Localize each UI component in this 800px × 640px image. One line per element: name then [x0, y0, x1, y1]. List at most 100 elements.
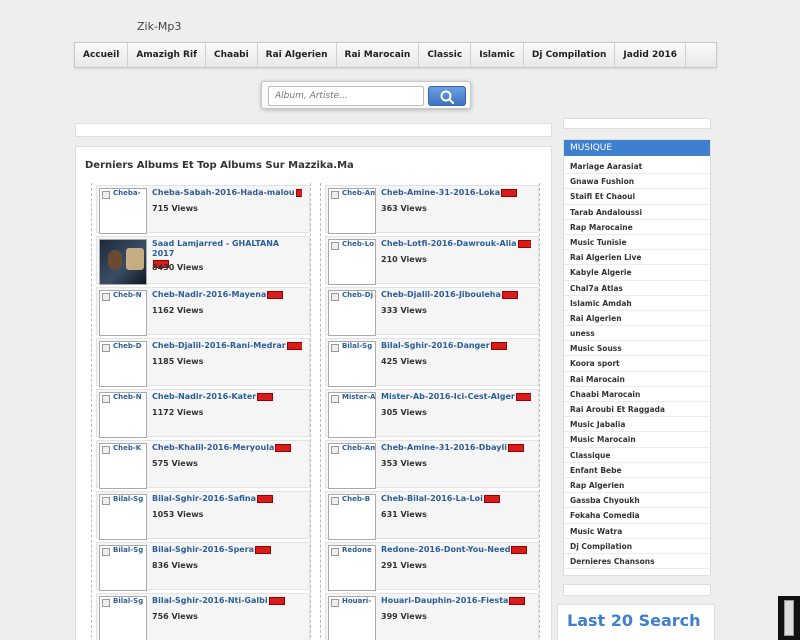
album-title-text[interactable]: Cheb-Nadir-2016-Mayena — [152, 290, 266, 299]
sidebar-category-item[interactable]: Rai Aroubi Et Raggada — [564, 402, 710, 418]
album-thumbnail[interactable]: Cheba- — [99, 188, 147, 234]
album-item[interactable]: Mister-A Mister-Ab-2016-Ici-Cest-Alger 305… — [325, 389, 539, 438]
album-thumbnail[interactable]: Houari- — [328, 596, 376, 640]
album-title-text[interactable]: Bilal-Sghir-2016-Spera — [152, 545, 254, 554]
sidebar-category-item[interactable]: Mariage Aarasiat — [564, 159, 710, 175]
album-item[interactable]: Redone Redone-2016-Dont-You-Need 291 Views — [325, 542, 539, 591]
album-title-text[interactable]: Cheb-Djalil-2016-Rani-Medrar — [152, 341, 286, 350]
album-title[interactable]: Redone-2016-Dont-You-Need — [381, 545, 528, 554]
album-item[interactable]: Cheb-Am Cheb-Amine-31-2016-Dbayli 353 View… — [325, 440, 539, 489]
nav-item[interactable]: Amazigh Rif — [128, 43, 206, 67]
album-title[interactable]: Mister-Ab-2016-Ici-Cest-Alger — [381, 392, 531, 401]
album-item[interactable]: Cheb-N Cheb-Nadir-2016-Mayena 1162 Views — [96, 287, 310, 336]
album-thumbnail[interactable]: Cheb-Lo — [328, 239, 376, 285]
album-thumbnail[interactable]: Bilal-Sg — [99, 494, 147, 540]
sidebar-category-item[interactable]: Rai Algerien Live — [564, 250, 710, 266]
album-item[interactable]: Cheb-N Cheb-Nadir-2016-Kater 1172 Views — [96, 389, 310, 438]
sidebar-category-item[interactable]: Tarab Andaloussi — [564, 205, 710, 220]
album-thumbnail[interactable]: Bilal-Sg — [99, 545, 147, 591]
search-input[interactable] — [268, 86, 424, 106]
album-title[interactable]: Houari-Dauphin-2016-Fiesta — [381, 596, 526, 605]
album-item[interactable]: Cheb-D Cheb-Djalil-2016-Rani-Medrar 1185 V… — [96, 338, 310, 387]
album-item[interactable]: Cheb-Dj Cheb-Djalil-2016-Jibouleha 333 Vie… — [325, 287, 539, 336]
sidebar-category-item[interactable]: Classique — [564, 448, 710, 463]
album-title-text[interactable]: Cheb-Bilal-2016-La-Loi — [381, 494, 483, 503]
sidebar-category-item[interactable]: Enfant Bebe — [564, 463, 710, 478]
album-title-text[interactable]: Saad Lamjarred - GHALTANA 2017 — [152, 239, 279, 258]
album-title-text[interactable]: Redone-2016-Dont-You-Need — [381, 545, 510, 554]
album-item[interactable]: Cheba- Cheba-Sabah-2016-Hada-malou 715 Vie… — [96, 185, 310, 234]
search-button[interactable] — [428, 86, 466, 106]
sidebar-category-item[interactable]: Fokaha Comedia — [564, 508, 710, 524]
sidebar-category-item[interactable]: Islamic Amdah — [564, 296, 710, 311]
sidebar-category-item[interactable]: Gassba Chyoukh — [564, 493, 710, 509]
nav-item[interactable]: Islamic — [471, 43, 524, 67]
sidebar-category-item[interactable]: Rai Marocain — [564, 372, 710, 387]
nav-item[interactable]: Chaabi — [206, 43, 258, 67]
album-item[interactable]: Cheb-Lo Cheb-Lotfi-2016-Dawrouk-Alia 210 V… — [325, 236, 539, 285]
album-thumbnail[interactable]: Bilal-Sg — [99, 596, 147, 640]
album-title[interactable]: Cheb-Bilal-2016-La-Loi — [381, 494, 500, 503]
sidebar-category-item[interactable]: Dj Compilation — [564, 539, 710, 554]
album-item[interactable]: Cheb-B Cheb-Bilal-2016-La-Loi 631 Views — [325, 491, 539, 540]
album-title-text[interactable]: Cheb-Djalil-2016-Jibouleha — [381, 290, 501, 299]
sidebar-category-item[interactable]: Dernieres Chansons — [564, 554, 710, 570]
album-thumbnail[interactable]: Cheb-K — [99, 443, 147, 489]
album-thumbnail[interactable]: Cheb-Am — [328, 188, 376, 234]
album-thumbnail[interactable]: Cheb-D — [99, 341, 147, 387]
album-title-text[interactable]: Cheb-Lotfi-2016-Dawrouk-Alia — [381, 239, 517, 248]
scroll-handle[interactable] — [784, 600, 794, 636]
album-thumbnail[interactable]: Cheb-N — [99, 392, 147, 438]
album-title[interactable]: Cheb-Nadir-2016-Kater — [152, 392, 274, 401]
album-title-text[interactable]: Bilal-Sghir-2016-Nti-Galbi — [152, 596, 268, 605]
nav-item[interactable]: Dj Compilation — [524, 43, 616, 67]
nav-item[interactable]: Accueil — [75, 43, 129, 67]
nav-item[interactable]: Rai Algerien — [258, 43, 337, 67]
album-thumbnail[interactable] — [99, 239, 147, 285]
nav-item[interactable]: Classic — [419, 43, 472, 67]
album-title[interactable]: Bilal-Sghir-2016-Nti-Galbi — [152, 596, 285, 605]
album-item[interactable]: Bilal-Sg Bilal-Sghir-2016-Nti-Galbi 756 Vi… — [96, 593, 310, 640]
sidebar-category-item[interactable]: Music Marocain — [564, 432, 710, 448]
album-thumbnail[interactable]: Cheb-N — [99, 290, 147, 336]
album-title-text[interactable]: Mister-Ab-2016-Ici-Cest-Alger — [381, 392, 515, 401]
sidebar-category-item[interactable]: Rap Algerien — [564, 478, 710, 494]
album-title[interactable]: Cheb-Djalil-2016-Rani-Medrar — [152, 341, 302, 350]
album-item[interactable]: Cheb-Am Cheb-Amine-31-2016-Loka 363 Views — [325, 185, 539, 234]
album-item[interactable]: Saad Lamjarred - GHALTANA 2017 8430 Views — [96, 236, 310, 285]
nav-item[interactable]: Rai Marocain — [337, 43, 420, 67]
sidebar-category-item[interactable]: Music Jabalia — [564, 417, 710, 433]
album-title-text[interactable]: Cheb-Amine-31-2016-Dbayli — [381, 443, 507, 452]
sidebar-category-item[interactable]: Rai Algerien — [564, 311, 710, 327]
sidebar-category-item[interactable]: Staifi Et Chaoui — [564, 189, 710, 205]
album-title[interactable]: Cheb-Khalil-2016-Meryoula — [152, 443, 292, 452]
album-title-text[interactable]: Cheb-Amine-31-2016-Loka — [381, 188, 500, 197]
album-title[interactable]: Cheb-Amine-31-2016-Loka — [381, 188, 518, 197]
sidebar-category-item[interactable]: Rap Marocaine — [564, 220, 710, 235]
album-item[interactable]: Bilal-Sg Bilal-Sghir-2016-Safina 1053 View… — [96, 491, 310, 540]
album-title[interactable]: Cheb-Lotfi-2016-Dawrouk-Alia — [381, 239, 531, 248]
sidebar-category-item[interactable]: uness — [564, 326, 710, 342]
album-thumbnail[interactable]: Redone — [328, 545, 376, 591]
album-thumbnail[interactable]: Cheb-Dj — [328, 290, 376, 336]
album-title[interactable]: Bilal-Sghir-2016-Spera — [152, 545, 272, 554]
album-title[interactable]: Cheb-Nadir-2016-Mayena — [152, 290, 284, 299]
album-item[interactable]: Cheb-K Cheb-Khalil-2016-Meryoula 575 Views — [96, 440, 310, 489]
album-title[interactable]: Cheba-Sabah-2016-Hada-malou — [152, 188, 302, 197]
album-title-text[interactable]: Houari-Dauphin-2016-Fiesta — [381, 596, 508, 605]
album-thumbnail[interactable]: Mister-A — [328, 392, 376, 438]
sidebar-category-item[interactable]: Chal7a Atlas — [564, 281, 710, 296]
album-item[interactable]: Bilal-Sg Bilal-Sghir-2016-Danger 425 Views — [325, 338, 539, 387]
album-title-text[interactable]: Bilal-Sghir-2016-Safina — [152, 494, 256, 503]
sidebar-category-item[interactable]: Chaabi Marocain — [564, 387, 710, 402]
site-title[interactable]: Zik-Mp3 — [137, 20, 181, 33]
album-title-text[interactable]: Cheb-Nadir-2016-Kater — [152, 392, 256, 401]
album-item[interactable]: Bilal-Sg Bilal-Sghir-2016-Spera 836 Views — [96, 542, 310, 591]
album-title[interactable]: Cheb-Djalil-2016-Jibouleha — [381, 290, 518, 299]
album-item[interactable]: Houari- Houari-Dauphin-2016-Fiesta 399 Vie… — [325, 593, 539, 640]
album-thumbnail[interactable]: Bilal-Sg — [328, 341, 376, 387]
nav-item[interactable]: Jadid 2016 — [615, 43, 686, 67]
sidebar-category-item[interactable]: Kabyle Algerie — [564, 265, 710, 281]
sidebar-category-item[interactable]: Koora sport — [564, 356, 710, 372]
album-title-text[interactable]: Bilal-Sghir-2016-Danger — [381, 341, 490, 350]
